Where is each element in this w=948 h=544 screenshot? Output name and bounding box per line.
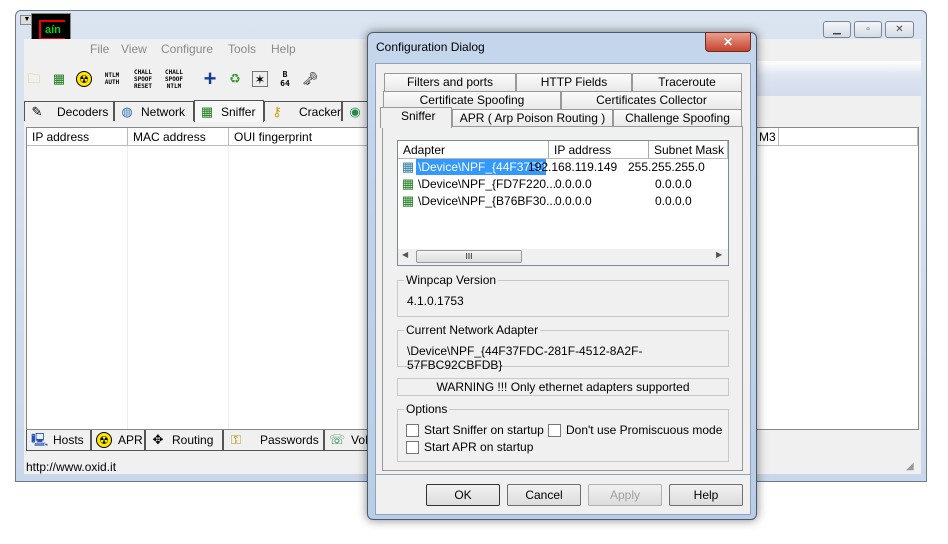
options-group: Options Start Sniffer on startup Don't u… [397, 402, 729, 462]
decoders-icon: ✎ [31, 103, 43, 119]
menu-file[interactable]: File [90, 42, 109, 56]
menu-view[interactable]: View [121, 42, 147, 56]
tab-traceroute[interactable]: Traceroute [632, 73, 742, 91]
column-ip-address[interactable]: IP address [549, 141, 649, 159]
winpcap-version: 4.1.0.1753 [407, 294, 464, 308]
tab-filters-and-ports[interactable]: Filters and ports [384, 73, 516, 91]
start-apr-checkbox[interactable]: Start APR on startup [406, 440, 533, 454]
tab-decoders[interactable]: ✎ Decoders [24, 101, 114, 121]
winpcap-group: Winpcap Version 4.1.0.1753 [397, 273, 729, 317]
minimize-button[interactable]: ▁ [823, 21, 851, 38]
chall-spoof-ntlm-button[interactable]: CHALL SPOOF NTLM [163, 69, 185, 90]
tab-apr[interactable]: APR ( Arp Poison Routing ) [452, 109, 613, 127]
adapter-list[interactable]: Adapter IP address Subnet Mask ▦ \Device\… [397, 140, 729, 266]
tab-network[interactable]: ◍ Network [114, 101, 194, 121]
dialog-title: Configuration Dialog [376, 40, 485, 54]
chall-spoof-reset-button[interactable]: CHALL SPOOF RESET [132, 69, 154, 90]
apply-button[interactable]: Apply [588, 484, 662, 506]
dialog-close-button[interactable]: ✕ [705, 32, 751, 52]
column-ip-address[interactable]: IP address [27, 128, 128, 146]
key-icon: ⚷ [272, 103, 282, 119]
no-promiscuous-checkbox[interactable]: Don't use Promiscuous mode [548, 423, 722, 437]
help-button[interactable]: Help [669, 484, 743, 506]
phone-globe-icon: ☏ [329, 432, 346, 447]
tab-hosts[interactable]: 🖳 Hosts [26, 430, 91, 451]
menu-configure[interactable]: Configure [161, 42, 213, 56]
tab-routing[interactable]: ✥ Routing [145, 430, 223, 451]
base64-icon[interactable]: B 64 [277, 70, 293, 88]
network-card-icon: ▦ [401, 193, 415, 208]
tab-sniffer[interactable]: ▦ Sniffer [194, 100, 264, 122]
tab-certificates-collector[interactable]: Certificates Collector [561, 91, 742, 109]
column-subnet-mask[interactable]: Subnet Mask [649, 141, 728, 159]
ntlm-auth-button[interactable]: NTLM AUTH [101, 72, 123, 86]
add-plus-icon[interactable]: + [202, 68, 218, 90]
tab-passwords[interactable]: ⚿ Passwords [223, 430, 324, 451]
keys-icon: ⚿ [231, 432, 241, 447]
tab-voip[interactable]: ☏VoIP [324, 430, 369, 451]
radiation-icon: ☢ [96, 432, 112, 448]
resize-grip-icon[interactable]: ◢ [906, 461, 914, 472]
current-adapter-group: Current Network Adapter \Device\NPF_{44F… [397, 323, 729, 372]
adapter-row[interactable]: ▦ \Device\NPF_{44F37FD... 192.168.119.149… [400, 159, 705, 175]
status-bar-url: http://www.oxid.it [26, 460, 117, 474]
globe-search-icon: ◉ [349, 103, 361, 119]
menu-tools[interactable]: Tools [228, 42, 256, 56]
tab-apr[interactable]: ☢ APR [91, 430, 145, 451]
certificate-icon[interactable]: ✶ [252, 71, 268, 87]
open-folder-icon[interactable]: 🗀 [26, 71, 42, 87]
menu-help[interactable]: Help [271, 42, 296, 56]
current-adapter-value: \Device\NPF_{44F37FDC-281F-4512-8A2F-57F… [407, 344, 643, 372]
maximize-button[interactable]: ▫ [854, 21, 882, 38]
scroll-left-icon[interactable]: ◀ [402, 250, 408, 259]
network-card-icon: ▦ [401, 176, 415, 191]
radiation-apr-icon[interactable]: ☢ [76, 71, 92, 87]
horizontal-scrollbar[interactable]: ◀ III ▶ [398, 249, 728, 265]
ok-button[interactable]: OK [426, 484, 500, 506]
sniffer-icon[interactable]: ▦ [51, 71, 67, 87]
globe-icon: ◍ [121, 103, 133, 119]
warning-box: WARNING !!! Only ethernet adapters suppo… [397, 378, 729, 396]
toolbar: 🗀 ▦ ☢ NTLM AUTH CHALL SPOOF RESET CHALL … [26, 63, 318, 95]
start-sniffer-checkbox[interactable]: Start Sniffer on startup [406, 423, 544, 437]
scroll-right-icon[interactable]: ▶ [716, 250, 722, 259]
move-arrows-icon: ✥ [152, 432, 164, 447]
key-file-icon[interactable]: 🗝 [302, 71, 319, 87]
close-button[interactable]: ✕ [885, 21, 914, 38]
configuration-dialog: Configuration Dialog ✕ Filters and ports… [367, 32, 757, 520]
tab-http-fields[interactable]: HTTP Fields [516, 73, 632, 91]
adapter-row[interactable]: ▦ \Device\NPF_{FD7F220... 0.0.0.0 0.0.0.0 [400, 176, 730, 192]
tab-cracker[interactable]: ⚷ Cracker [264, 101, 342, 121]
sniffer-icon: ▦ [200, 103, 214, 119]
network-card-icon: ▦ [401, 159, 415, 174]
adapter-row[interactable]: ▦ \Device\NPF_{B76BF30... 0.0.0.0 0.0.0.0 [400, 193, 730, 209]
column-mac-address[interactable]: MAC address [128, 128, 229, 146]
tab-challenge-spoofing[interactable]: Challenge Spoofing [613, 109, 742, 127]
column-adapter[interactable]: Adapter [398, 141, 549, 159]
computer-icon: 🖳 [31, 432, 49, 447]
scroll-thumb[interactable]: III [416, 250, 522, 263]
tab-sniffer[interactable]: Sniffer [380, 107, 452, 128]
cancel-button[interactable]: Cancel [507, 484, 581, 506]
recycle-bin-icon[interactable]: ♻ [227, 71, 243, 87]
